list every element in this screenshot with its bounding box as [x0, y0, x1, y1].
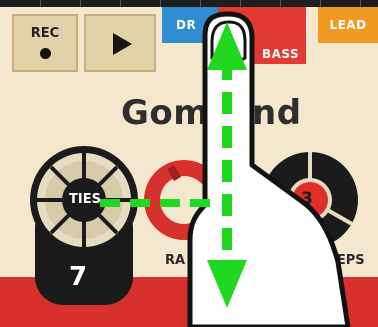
gesture-overlay	[100, 11, 351, 327]
drag-arrows	[100, 22, 247, 308]
app-screen: REC DR BASS LEAD Gomm nd TIES 7 3 RA STE…	[0, 0, 378, 327]
